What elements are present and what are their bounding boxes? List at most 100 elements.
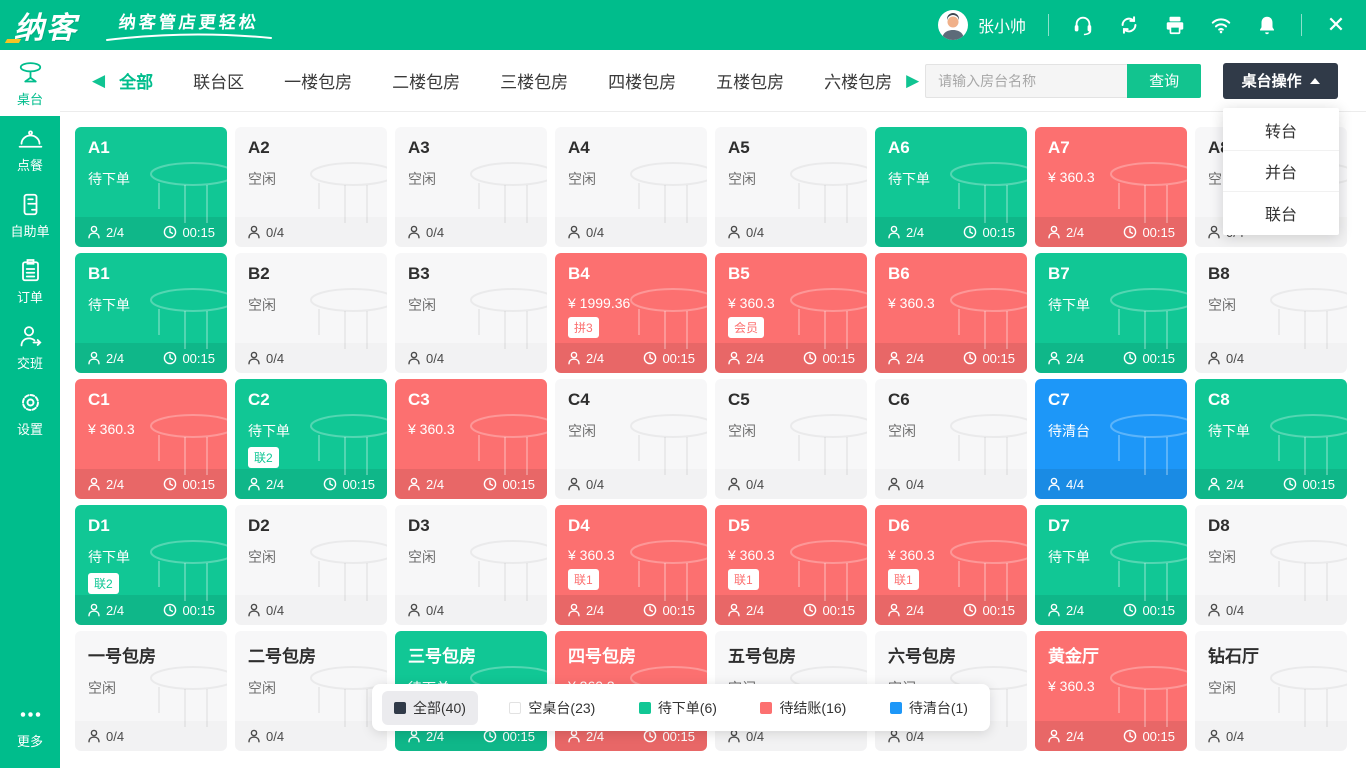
occupancy-value: 0/4 [1226,729,1244,744]
tab-四楼包房[interactable]: 四楼包房 [608,68,676,93]
table-card-C8[interactable]: C8 待下单 2/4 00:15 [1195,379,1347,499]
person-icon [407,603,421,617]
time-value: 00:15 [982,603,1015,618]
table-card-D5[interactable]: D5 ¥ 360.3 联1 2/4 00:15 [715,505,867,625]
table-card-B8[interactable]: B8 空闲 0/4 [1195,253,1347,373]
table-card-A7[interactable]: A7 ¥ 360.3 2/4 00:15 [1035,127,1187,247]
more-dots-icon [17,701,44,728]
search-input[interactable] [925,64,1127,98]
table-ops-menu-item[interactable]: 并台 [1223,151,1339,192]
table-name: D7 [1048,516,1174,536]
table-ops-menu-item[interactable]: 转台 [1223,110,1339,151]
table-card-D3[interactable]: D3 空闲 0/4 [395,505,547,625]
table-card-A1[interactable]: A1 待下单 2/4 00:15 [75,127,227,247]
sidebar-item-order-food[interactable]: 点餐 [0,116,60,182]
occupancy-value: 0/4 [746,477,764,492]
table-card-钻石厅[interactable]: 钻石厅 空闲 0/4 [1195,631,1347,751]
table-card-A4[interactable]: A4 空闲 0/4 [555,127,707,247]
table-card-B7[interactable]: B7 待下单 2/4 00:15 [1035,253,1187,373]
tab-五楼包房[interactable]: 五楼包房 [716,68,784,93]
sidebar-item-settings[interactable]: 设置 [0,380,60,446]
legend-item[interactable]: 待下单(6) [627,691,729,725]
table-card-D2[interactable]: D2 空闲 0/4 [235,505,387,625]
table-card-C7[interactable]: C7 待清台 4/4 [1035,379,1187,499]
table-name: A6 [888,138,1014,158]
tabs-scroll-left-icon[interactable]: ◀ [86,71,111,91]
table-silhouette-icon [147,413,227,475]
tab-全部[interactable]: 全部 [119,68,153,93]
person-icon [247,225,261,239]
legend-swatch [639,702,651,714]
table-card-C1[interactable]: C1 ¥ 360.3 2/4 00:15 [75,379,227,499]
sidebar-item-orders[interactable]: 订单 [0,248,60,314]
table-card-B4[interactable]: B4 ¥ 1999.36 拼3 2/4 00:15 [555,253,707,373]
table-card-C6[interactable]: C6 空闲 0/4 [875,379,1027,499]
table-ops-button[interactable]: 桌台操作 [1223,63,1338,99]
table-silhouette-icon [307,413,387,475]
table-card-B1[interactable]: B1 待下单 2/4 00:15 [75,253,227,373]
table-card-C5[interactable]: C5 空闲 0/4 [715,379,867,499]
table-card-A3[interactable]: A3 空闲 0/4 [395,127,547,247]
sidebar-item-self-order[interactable]: 自助单 [0,182,60,248]
sidebar-item-tables[interactable]: 桌台 [0,50,60,116]
occupancy-value: 2/4 [746,603,764,618]
occupancy-value: 2/4 [426,477,444,492]
search-group: 查询 [925,64,1201,98]
table-card-D1[interactable]: D1 待下单 联2 2/4 00:15 [75,505,227,625]
table-ops-menu-item[interactable]: 联台 [1223,192,1339,233]
tab-三楼包房[interactable]: 三楼包房 [500,68,568,93]
headset-icon[interactable] [1071,13,1095,37]
sidebar-item-shift[interactable]: 交班 [0,314,60,380]
card-time: 00:15 [643,351,695,366]
table-card-二号包房[interactable]: 二号包房 空闲 0/4 [235,631,387,751]
table-card-黄金厅[interactable]: 黄金厅 ¥ 360.3 2/4 00:15 [1035,631,1187,751]
table-card-A6[interactable]: A6 待下单 2/4 00:15 [875,127,1027,247]
card-time: 00:15 [1283,477,1335,492]
person-icon [407,729,421,743]
table-card-一号包房[interactable]: 一号包房 空闲 0/4 [75,631,227,751]
person-icon [727,351,741,365]
avatar[interactable] [938,10,968,40]
person-icon [247,603,261,617]
bell-icon[interactable] [1255,13,1279,37]
table-card-C4[interactable]: C4 空闲 0/4 [555,379,707,499]
table-silhouette-icon [147,161,227,223]
tab-联台区[interactable]: 联台区 [193,68,244,93]
sidebar-item-more[interactable]: 更多 [0,692,60,758]
tabs-scroll-right-icon[interactable]: ▶ [900,71,925,91]
occupancy-value: 2/4 [586,351,604,366]
wifi-icon[interactable] [1209,13,1233,37]
occupancy-value: 2/4 [1066,351,1084,366]
table-card-D7[interactable]: D7 待下单 2/4 00:15 [1035,505,1187,625]
gear-icon [17,389,44,416]
table-card-D4[interactable]: D4 ¥ 360.3 联1 2/4 00:15 [555,505,707,625]
table-card-B2[interactable]: B2 空闲 0/4 [235,253,387,373]
table-card-A2[interactable]: A2 空闲 0/4 [235,127,387,247]
occupancy: 2/4 [87,477,124,492]
table-card-B5[interactable]: B5 ¥ 360.3 会员 2/4 00:15 [715,253,867,373]
legend-item[interactable]: 待清台(1) [878,691,980,725]
tab-一楼包房[interactable]: 一楼包房 [284,68,352,93]
table-card-C2[interactable]: C2 待下单 联2 2/4 00:15 [235,379,387,499]
tab-二楼包房[interactable]: 二楼包房 [392,68,460,93]
table-card-B3[interactable]: B3 空闲 0/4 [395,253,547,373]
legend-item[interactable]: 全部(40) [382,691,478,725]
table-card-D8[interactable]: D8 空闲 0/4 [1195,505,1347,625]
time-value: 00:15 [982,351,1015,366]
clock-icon [963,351,977,365]
close-icon[interactable]: ✕ [1324,13,1348,37]
table-card-C3[interactable]: C3 ¥ 360.3 2/4 00:15 [395,379,547,499]
legend-item[interactable]: 待结账(16) [748,691,858,725]
printer-icon[interactable] [1163,13,1187,37]
table-card-D6[interactable]: D6 ¥ 360.3 联1 2/4 00:15 [875,505,1027,625]
tab-六楼包房[interactable]: 六楼包房 [824,68,892,93]
table-card-B6[interactable]: B6 ¥ 360.3 2/4 00:15 [875,253,1027,373]
occupancy-value: 2/4 [1226,477,1244,492]
table-silhouette-icon [467,287,547,349]
legend-item[interactable]: 空桌台(23) [497,691,607,725]
table-card-A5[interactable]: A5 空闲 0/4 [715,127,867,247]
sync-icon[interactable] [1117,13,1141,37]
card-time: 00:15 [803,351,855,366]
search-button[interactable]: 查询 [1127,64,1201,98]
person-icon [247,477,261,491]
